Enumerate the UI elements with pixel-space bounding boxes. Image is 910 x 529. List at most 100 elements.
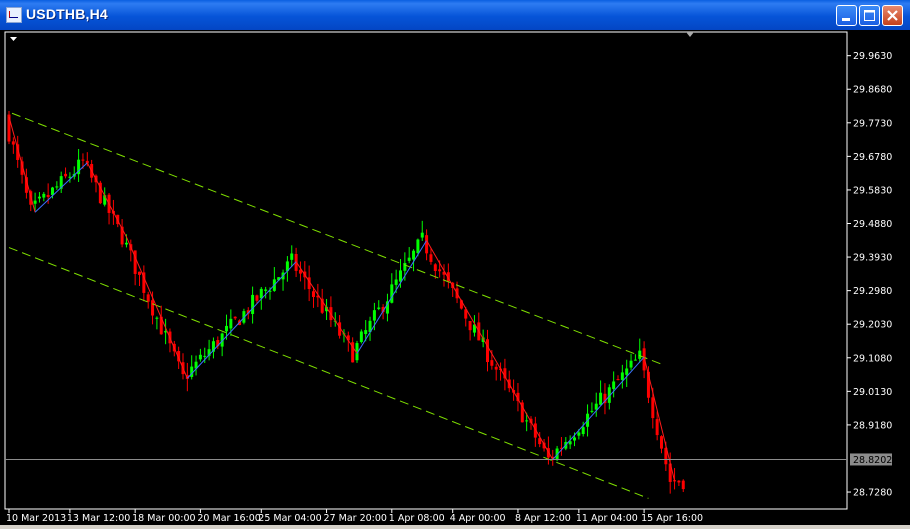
candle-body: [581, 427, 585, 435]
maximize-icon: [864, 10, 875, 21]
price-tick-label: 29.2030: [853, 320, 892, 331]
candle-body: [407, 257, 411, 261]
time-tick-label: 1 Apr 08:00: [389, 513, 445, 524]
candle-body: [390, 284, 394, 303]
candle-body: [525, 420, 529, 422]
candle-body: [660, 436, 663, 449]
candle-body: [81, 159, 85, 161]
candle-body: [599, 392, 603, 405]
candle-body: [290, 253, 294, 260]
minimize-icon: [842, 18, 850, 21]
candle-body: [203, 355, 207, 357]
candle-body: [225, 325, 228, 332]
price-tick-label: 29.9630: [853, 51, 892, 62]
candle-body: [468, 320, 472, 331]
minimize-button[interactable]: [836, 5, 857, 26]
candle-body: [620, 372, 624, 380]
candle-body: [438, 269, 442, 272]
candle-body: [677, 480, 681, 483]
candle-body: [359, 331, 363, 343]
candle-body: [146, 294, 150, 302]
price-tick-label: 29.7730: [853, 118, 892, 129]
candle-body: [259, 288, 263, 299]
candle-body: [403, 263, 407, 271]
candle-body: [412, 250, 416, 260]
candle-body: [198, 354, 202, 360]
candle-body: [633, 359, 637, 361]
candle-body: [64, 173, 68, 177]
candle-body: [394, 279, 398, 285]
candle-body: [42, 193, 46, 198]
time-tick-label: 8 Apr 12:00: [515, 513, 571, 524]
candle-body: [594, 403, 598, 410]
candle-body: [486, 339, 489, 363]
maximize-button[interactable]: [859, 5, 880, 26]
candle-body: [37, 196, 41, 199]
candle-body: [420, 232, 424, 238]
candlestick-chart[interactable]: 28.8202 29.9630 29.8680 29.7730 29.6780 29.5…: [0, 30, 910, 525]
candle-body: [264, 289, 268, 291]
candle-body: [377, 307, 381, 309]
candle-body: [33, 200, 37, 204]
candle-body: [655, 419, 659, 436]
candle-body: [616, 379, 620, 381]
candle-body: [151, 300, 155, 316]
candle-body: [124, 242, 128, 245]
candle-body: [433, 264, 437, 271]
candle-body: [155, 317, 159, 319]
time-tick-label: 27 Mar 20:00: [324, 513, 387, 524]
candle-body: [46, 194, 50, 197]
price-tick-label: 29.5830: [853, 185, 892, 196]
current-price-label: 28.8202: [853, 455, 892, 466]
chart-window-icon: [6, 7, 22, 23]
candle-body: [51, 187, 54, 195]
candle-body: [312, 291, 315, 297]
chart-window: USDTHB,H4 28.8202 29.9630 29.8680 29.7730 2…: [0, 0, 910, 525]
candle-body: [229, 318, 233, 329]
candle-body: [399, 270, 402, 282]
candle-body: [138, 271, 141, 275]
candle-body: [573, 437, 576, 441]
time-tick-label: 13 Mar 12:00: [67, 513, 130, 524]
chart-background: [0, 30, 910, 525]
price-tick-label: 29.8680: [853, 85, 892, 96]
price-tick-label: 29.1080: [853, 353, 892, 364]
candle-body: [251, 294, 255, 314]
candle-body: [638, 350, 642, 359]
price-tick-label: 28.9180: [853, 420, 892, 431]
candle-body: [255, 295, 259, 301]
close-button[interactable]: [882, 5, 903, 26]
price-tick-label: 29.6780: [853, 152, 892, 163]
title-bar[interactable]: USDTHB,H4: [0, 0, 910, 31]
candle-body: [625, 368, 629, 375]
time-tick-label: 25 Mar 04:00: [258, 513, 321, 524]
price-tick-label: 29.3930: [853, 253, 892, 264]
candle-body: [429, 254, 433, 262]
candle-body: [372, 310, 376, 321]
price-tick-label: 29.4880: [853, 219, 892, 230]
price-tick-label: 28.7280: [853, 488, 892, 499]
time-tick-label: 20 Mar 16:00: [197, 513, 260, 524]
time-tick-label: 15 Apr 16:00: [641, 513, 703, 524]
candle-body: [55, 186, 59, 188]
price-tick-label: 29.0130: [853, 387, 892, 398]
candle-body: [494, 366, 498, 370]
candle-body: [490, 360, 494, 366]
time-tick-label: 11 Apr 04:00: [576, 513, 638, 524]
candle-body: [416, 239, 420, 254]
candle-body: [590, 410, 594, 412]
time-tick-label: 4 Apr 00:00: [450, 513, 506, 524]
candle-body: [425, 235, 429, 254]
price-tick-label: 29.2980: [853, 286, 892, 297]
time-tick-label: 18 Mar 00:00: [132, 513, 195, 524]
candle-body: [681, 480, 685, 490]
candle-body: [11, 141, 15, 145]
candle-body: [364, 330, 368, 335]
price-chart[interactable]: 28.8202 29.9630 29.8680 29.7730 29.6780 29.5…: [0, 30, 910, 525]
candle-body: [233, 316, 237, 319]
window-title: USDTHB,H4: [26, 6, 108, 22]
candle-body: [612, 381, 616, 389]
time-tick-label: 10 Mar 2013: [6, 513, 66, 524]
close-icon: [887, 10, 898, 21]
candle-body: [629, 360, 633, 368]
